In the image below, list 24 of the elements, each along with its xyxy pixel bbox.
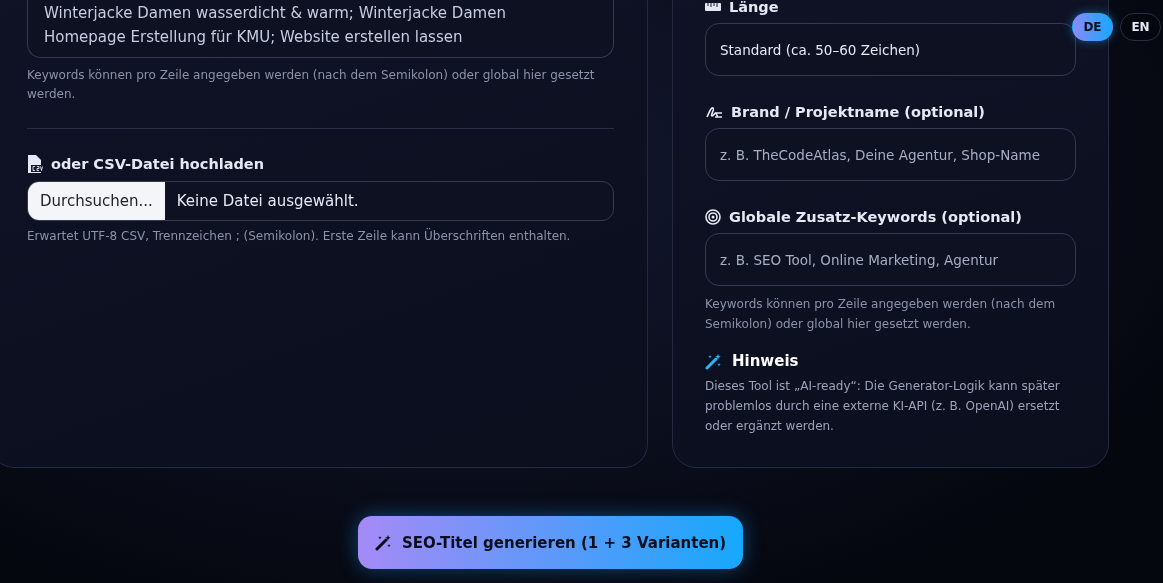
language-button[interactable]: EN — [1120, 13, 1161, 41]
hint-text: Keywords können pro Zeile angegeben werden (nach dem Semikolon) oder global hier gesetzt werden. — [27, 67, 596, 103]
hint-text: Erwartet UTF-8 CSV, Trennzeichen ; (Semikolon). Erste Zeile kann Überschriften enthalten. — [27, 227, 572, 245]
browse-button[interactable]: Durchsuchen... — [28, 182, 165, 220]
note-title: Hinweis — [732, 352, 799, 370]
text-field[interactable]: z. B. SEO Tool, Online Marketing, Agentur — [705, 233, 1076, 286]
field-label: Brand / Projektname (optional) — [731, 104, 985, 120]
language-button[interactable]: DE — [1072, 13, 1113, 41]
generate-button[interactable]: SEO-Titel generieren (1 + 3 Varianten) — [358, 516, 743, 569]
hint-text: Keywords können pro Zeile angegeben werden (nach dem Semikolon) oder global hier gesetzt werden. — [705, 296, 1057, 333]
magic-wand-icon — [705, 352, 722, 370]
ruler-icon — [705, 2, 721, 12]
keywords-textarea[interactable]: Winterjacke Damen wasserdicht & warm; Winterjacke Damen Homepage Erstellung für KMU; Website erstellen lassen — [27, 0, 614, 58]
csv-label: oder CSV-Datei hochladen — [51, 156, 264, 172]
note-text: Dieses Tool ist „AI-ready“: Die Generator-Logik kann später problemlos durch eine externe KI-API (z. B. OpenAI) ersetzt oder ergänzt werden. — [705, 378, 1061, 435]
field-label: Globale Zusatz-Keywords (optional) — [729, 209, 1022, 225]
file-input[interactable]: Durchsuchen... Keine Datei ausgewählt. — [27, 181, 614, 221]
field-label: Länge — [729, 0, 779, 15]
magic-wand-icon — [374, 534, 392, 551]
text-field[interactable]: z. B. TheCodeAtlas, Deine Agentur, Shop-Name — [705, 128, 1076, 181]
target-icon — [705, 209, 721, 225]
length-select[interactable]: Standard (ca. 50–60 Zeichen) — [705, 23, 1076, 76]
csv-file-icon — [27, 155, 43, 173]
signature-icon — [705, 105, 723, 119]
